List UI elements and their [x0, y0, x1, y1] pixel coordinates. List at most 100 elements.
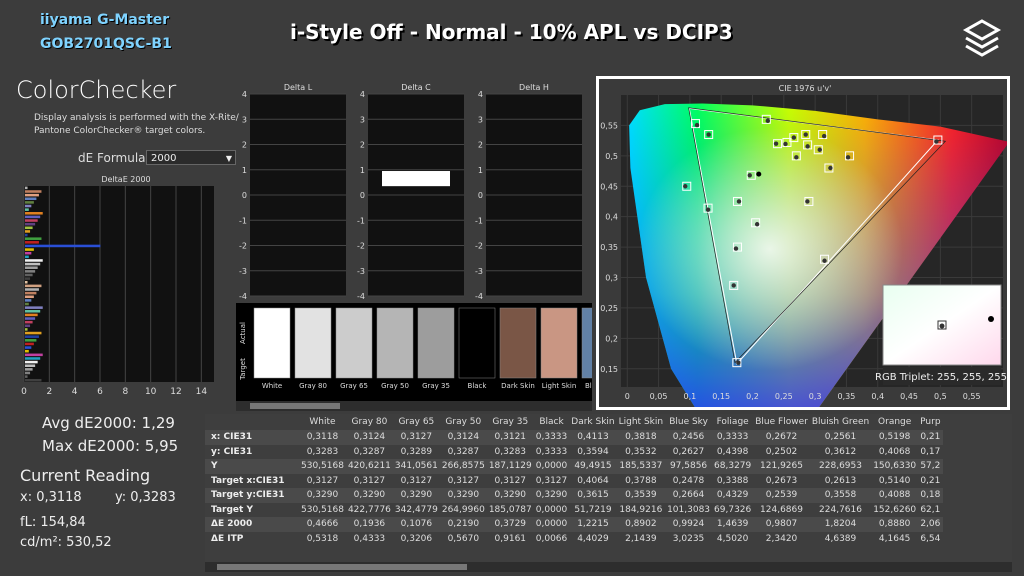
- de-bar: [25, 215, 41, 219]
- cie-x-tick: 0,45: [900, 392, 918, 401]
- table-cell: 0,3283: [306, 446, 339, 457]
- delta-y-tick: -3: [357, 267, 365, 276]
- formula-select[interactable]: 2000 ▼: [146, 150, 236, 165]
- table-cell: 0,3127: [392, 430, 440, 445]
- table-cell: 152,6260: [873, 504, 917, 515]
- table-cell: 342,4779: [394, 504, 438, 515]
- swatch-label: Gray 80: [299, 382, 327, 390]
- cie-y-tick: 0,55: [600, 121, 618, 130]
- rgb-triplet-label: RGB Triplet: 255, 255, 255: [875, 372, 1007, 383]
- table-column-header[interactable]: White: [299, 414, 346, 430]
- de-bar-x-tick: 10: [145, 387, 157, 397]
- table-cell: 51,7219: [574, 504, 612, 515]
- table-column-header[interactable]: Dark Skin: [569, 414, 616, 430]
- table-column-header[interactable]: Black: [534, 414, 570, 430]
- table-column-header[interactable]: Purp: [918, 414, 942, 430]
- table-cell: 228,6953: [809, 459, 872, 474]
- table-column-header[interactable]: Gray 35: [487, 414, 534, 430]
- table-cell: 530,5168: [299, 459, 346, 474]
- cie-y-tick: 0,45: [600, 182, 618, 191]
- measured-marker: [736, 199, 742, 204]
- table-row: x: CIE31 0,3118 0,3124 0,3127 0,3124 0,3121 0,…: [205, 430, 943, 445]
- reading-x: x: 0,3118: [20, 490, 82, 505]
- table-column-header[interactable]: Gray 80: [346, 414, 393, 430]
- delta-y-tick: 3: [478, 115, 483, 124]
- de-bar: [25, 270, 36, 273]
- de-bar: [25, 201, 34, 204]
- page-title: i-Style Off - Normal - 10% APL vs DCIP3: [290, 20, 733, 44]
- table-row-header: Target Y: [211, 504, 253, 515]
- delta-y-tick: -1: [475, 216, 483, 225]
- delta-y-tick: 4: [478, 90, 483, 99]
- de-bar-x-tick: 8: [122, 387, 128, 397]
- measured-marker: [773, 141, 779, 146]
- de-bar: [25, 368, 33, 371]
- table-cell: 0,2478: [672, 475, 705, 486]
- table-column-header[interactable]: Light Skin: [617, 414, 665, 430]
- measured-marker: [794, 155, 799, 160]
- table-cell: 0,2456: [665, 430, 713, 445]
- table-cell: 0,21: [920, 475, 941, 486]
- table-cell: 184,9216: [619, 504, 663, 515]
- cie-x-tick: 0,2: [746, 392, 759, 401]
- table-cell: 0,2673: [765, 475, 798, 486]
- de-bar: [25, 251, 32, 255]
- table-cell: 0,3290: [439, 488, 487, 503]
- table-column-header[interactable]: Gray 65: [393, 414, 440, 430]
- cie-x-tick: 0,55: [963, 392, 981, 401]
- table-column-header[interactable]: Gray 50: [440, 414, 487, 430]
- table-cell: 0,21: [918, 430, 943, 445]
- de-bar: [25, 324, 31, 328]
- table-cell: 185,5337: [616, 459, 666, 474]
- swatch-2: Gray 65: [335, 307, 373, 390]
- de-bar-x-tick: 12: [170, 387, 181, 397]
- cie-title: CIE 1976 u'v': [779, 84, 832, 93]
- cie-x-tick: 0: [625, 392, 630, 401]
- cie-y-tick: 0,5: [605, 152, 618, 161]
- table-cell: 2,06: [918, 517, 943, 532]
- table-column-header[interactable]: Orange: [871, 414, 918, 430]
- formula-label: dE Formula:: [78, 151, 150, 165]
- table-cell: 0,2190: [439, 517, 487, 532]
- delta-y-tick: -1: [357, 216, 365, 225]
- table-cell: 1,8204: [809, 517, 872, 532]
- table-column-header[interactable]: Blue Flower: [753, 414, 810, 430]
- de-bar: [25, 299, 32, 302]
- table-cell: 0,5198: [871, 430, 919, 445]
- de-bar-chart: DeltaE 2000 0 2 4 6 8 10 12 14: [21, 175, 214, 397]
- de-bar: [25, 317, 36, 320]
- table-cell: 0,3289: [400, 446, 433, 457]
- de-bar-x-tick: 0: [21, 387, 27, 397]
- table-cell: 150,6330: [871, 459, 919, 474]
- table-cell: 49,4915: [569, 459, 617, 474]
- table-cell: 62,1: [920, 504, 941, 515]
- measured-marker: [765, 118, 770, 124]
- swatch-label: Blue Sky: [585, 382, 592, 390]
- table-column-header[interactable]: Foliage: [712, 414, 753, 430]
- table-cell: 0,3124: [345, 430, 393, 445]
- table-column-header[interactable]: Blue Sky: [665, 414, 712, 430]
- measured-marker: [805, 144, 810, 149]
- table-cell: 0,3127: [447, 475, 480, 486]
- de-bar: [25, 237, 42, 240]
- table-cell: 187,1129: [486, 459, 534, 474]
- table-cell: 0,4333: [353, 533, 386, 544]
- measured-marker: [828, 165, 833, 171]
- table-cell: 0,4068: [878, 446, 911, 457]
- de-bar: [25, 306, 43, 309]
- table-column-header[interactable]: Bluish Green: [810, 414, 871, 430]
- table-row: Target y:CIE31 0,3290 0,3290 0,3290 0,3290 0,…: [205, 488, 943, 503]
- measured-marker: [705, 207, 711, 212]
- table-cell: 0,8880: [871, 517, 919, 532]
- cie-x-tick: 0,25: [775, 392, 793, 401]
- de-bar: [25, 310, 41, 313]
- table-row: ΔE 2000 0,4666 0,1936 0,1076 0,2190 0,3729 0,0…: [205, 517, 943, 532]
- table-cell: 0,3558: [809, 488, 872, 503]
- table-scrollbar[interactable]: [205, 562, 1012, 572]
- table-cell: 422,7776: [347, 504, 391, 515]
- delta-y-tick: -1: [239, 216, 247, 225]
- de-bar: [25, 302, 29, 306]
- table-cell: 0,5140: [878, 475, 911, 486]
- table-cell: 0,3290: [299, 488, 346, 503]
- delta-charts: Delta L 4 3 2 1 0 -1 -2 -3 -4 Delta C 4 3 2 1 0 -1 -2 -3 -4…: [239, 83, 582, 301]
